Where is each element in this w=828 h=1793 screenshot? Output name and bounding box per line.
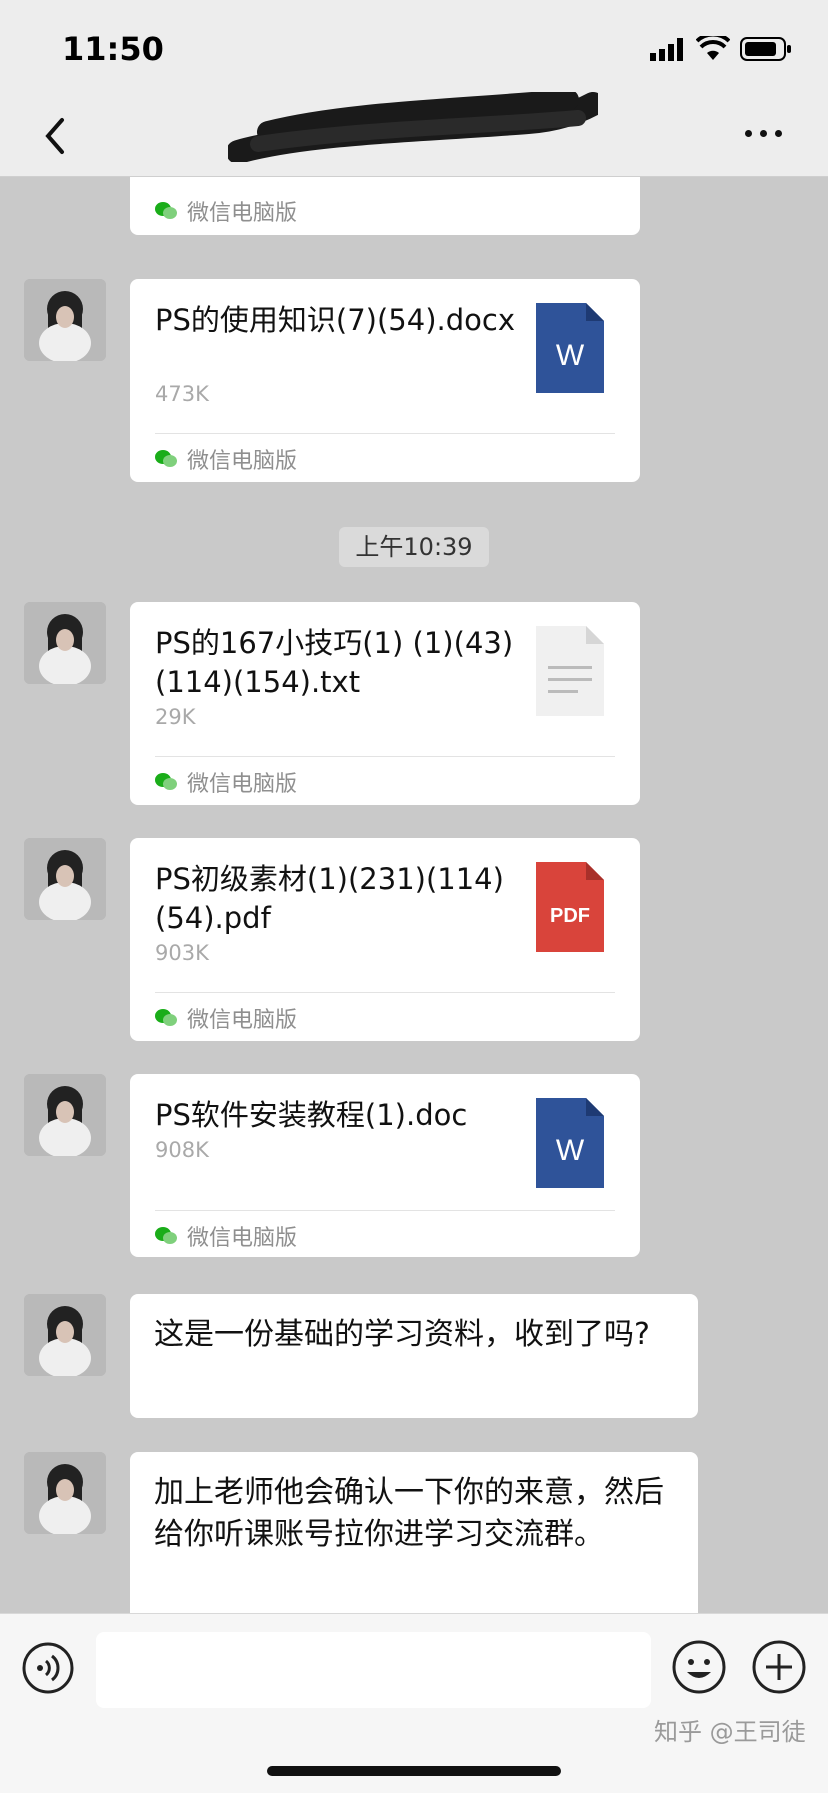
svg-text:W: W bbox=[556, 339, 585, 372]
home-indicator[interactable] bbox=[267, 1766, 561, 1776]
word-file-icon: W bbox=[536, 1098, 604, 1188]
wechat-icon bbox=[155, 202, 177, 219]
file-name: PS软件安装教程(1).doc bbox=[155, 1098, 468, 1132]
plus-icon[interactable] bbox=[752, 1640, 806, 1694]
message-source: 微信电脑版 bbox=[155, 766, 297, 798]
divider bbox=[155, 756, 615, 757]
file-name: PS的167小技巧(1) (1)(43)(114)(154).txt bbox=[155, 626, 514, 699]
avatar-image bbox=[24, 602, 106, 684]
status-time: 11:50 bbox=[62, 30, 164, 68]
message-source: 微信电脑版 bbox=[155, 443, 297, 475]
avatar[interactable] bbox=[24, 1294, 106, 1376]
wechat-icon bbox=[155, 773, 177, 790]
wechat-icon bbox=[155, 1227, 177, 1244]
message-source: 微信电脑版 bbox=[155, 1002, 297, 1034]
file-name: PS的使用知识(7)(54).docx bbox=[155, 303, 515, 337]
status-bar: 11:50 bbox=[0, 0, 828, 96]
divider bbox=[155, 992, 615, 993]
more-dot-icon bbox=[760, 130, 767, 137]
avatar-image bbox=[24, 1074, 106, 1156]
signal-icon bbox=[650, 38, 683, 61]
message-source: 微信电脑版 bbox=[155, 195, 297, 227]
file-message[interactable]: 微信电脑版 bbox=[130, 177, 640, 235]
file-message[interactable]: PS初级素材(1)(231)(114)(54).pdf 903K PDF 微信电… bbox=[130, 838, 640, 1041]
txt-file-icon bbox=[536, 626, 604, 716]
wechat-icon bbox=[155, 450, 177, 467]
file-message[interactable]: PS的使用知识(7)(54).docx 473K W 微信电脑版 bbox=[130, 279, 640, 482]
more-dot-icon bbox=[745, 130, 752, 137]
avatar-image bbox=[24, 1452, 106, 1534]
file-name: PS初级素材(1)(231)(114)(54).pdf bbox=[155, 862, 504, 935]
message-input[interactable] bbox=[96, 1632, 651, 1708]
svg-text:W: W bbox=[556, 1134, 585, 1167]
avatar[interactable] bbox=[24, 602, 106, 684]
wifi-icon bbox=[696, 36, 730, 60]
file-size: 29K bbox=[155, 705, 196, 729]
more-button[interactable] bbox=[745, 130, 782, 137]
input-bar: 知乎 @王司徒 bbox=[0, 1613, 828, 1793]
avatar-image bbox=[24, 279, 106, 361]
file-message[interactable]: PS的167小技巧(1) (1)(43)(114)(154).txt 29K 微… bbox=[130, 602, 640, 805]
battery-icon bbox=[740, 37, 791, 61]
chat-messages[interactable]: 微信电脑版 PS的使用知识(7)(54).docx 473K W 微信电脑版 上… bbox=[0, 177, 828, 1613]
avatar[interactable] bbox=[24, 1074, 106, 1156]
avatar[interactable] bbox=[24, 279, 106, 361]
emoji-icon[interactable] bbox=[672, 1640, 726, 1694]
pdf-file-icon: PDF bbox=[536, 862, 604, 952]
file-size: 908K bbox=[155, 1138, 209, 1162]
voice-icon[interactable] bbox=[22, 1642, 74, 1694]
word-file-icon: W bbox=[536, 303, 604, 393]
file-message[interactable]: PS软件安装教程(1).doc 908K W 微信电脑版 bbox=[130, 1074, 640, 1257]
watermark: 知乎 @王司徒 bbox=[654, 1718, 806, 1746]
svg-text:PDF: PDF bbox=[550, 905, 590, 927]
avatar-image bbox=[24, 1294, 106, 1376]
message-source: 微信电脑版 bbox=[155, 1220, 297, 1252]
divider bbox=[155, 1210, 615, 1211]
wechat-icon bbox=[155, 1009, 177, 1026]
message-timestamp: 上午10:39 bbox=[339, 527, 489, 567]
avatar[interactable] bbox=[24, 838, 106, 920]
text-message[interactable]: 这是一份基础的学习资料，收到了吗? bbox=[130, 1294, 698, 1418]
file-size: 903K bbox=[155, 941, 209, 965]
status-icons bbox=[650, 36, 792, 62]
file-size: 473K bbox=[155, 382, 209, 406]
avatar[interactable] bbox=[24, 1452, 106, 1534]
more-dot-icon bbox=[775, 130, 782, 137]
divider bbox=[155, 433, 615, 434]
avatar-image bbox=[24, 838, 106, 920]
text-message[interactable]: 加上老师他会确认一下你的来意，然后给你听课账号拉你进学习交流群。 bbox=[130, 1452, 698, 1613]
title-redaction-scribble bbox=[228, 92, 598, 162]
back-icon[interactable] bbox=[36, 112, 72, 160]
